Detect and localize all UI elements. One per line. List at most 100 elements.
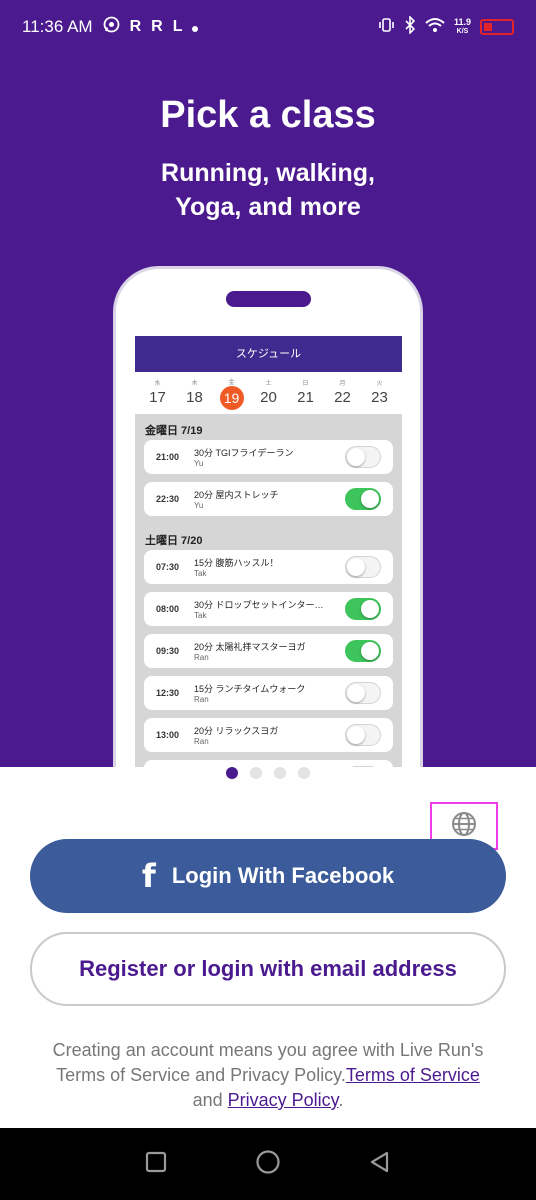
toggle-knob xyxy=(347,684,365,702)
class-info: 20分 屋内ストレッチ Yu xyxy=(194,488,345,510)
facebook-icon: f xyxy=(141,857,156,895)
hero-subtitle-line: Running, walking, xyxy=(161,159,375,187)
class-toggle[interactable] xyxy=(345,724,381,746)
date-cell[interactable]: 日 21 xyxy=(291,378,321,409)
toggle-knob xyxy=(361,642,379,660)
status-right: 11.9 K/S xyxy=(377,14,514,39)
class-row[interactable]: 09:30 20分 太陽礼拝マスターヨガ Ran xyxy=(144,634,393,668)
date-weekday: 木 xyxy=(191,380,198,387)
notification-letter: R xyxy=(129,18,142,35)
page-dot[interactable] xyxy=(226,767,238,779)
wifi-icon xyxy=(425,17,445,38)
terms-and: and xyxy=(192,1090,228,1110)
circle-icon[interactable] xyxy=(255,1149,281,1180)
class-row[interactable]: 07:30 15分 腹筋ハッスル！ Tak xyxy=(144,550,393,584)
date-weekday: 日 xyxy=(302,380,309,387)
date-strip: 水 17 木 18 金 19 土 20 日 21 月 22 火 23 xyxy=(135,372,402,414)
class-info: 15分 腹筋ハッスル！ Tak xyxy=(194,556,345,578)
class-instructor: Ran xyxy=(194,695,209,704)
class-name: 20分 屋内ストレッチ xyxy=(194,490,279,500)
toggle-knob xyxy=(361,490,379,508)
privacy-policy-link[interactable]: Privacy Policy xyxy=(228,1090,339,1110)
phone-speaker xyxy=(226,291,311,307)
class-toggle[interactable] xyxy=(345,488,381,510)
date-cell[interactable]: 土 20 xyxy=(254,378,284,409)
toggle-knob xyxy=(347,558,365,576)
class-toggle[interactable] xyxy=(345,682,381,704)
class-toggle[interactable] xyxy=(345,598,381,620)
notification-letter: L xyxy=(172,18,183,35)
class-instructor: Tak xyxy=(194,611,207,620)
class-toggle[interactable] xyxy=(345,446,381,468)
class-row[interactable]: 13:00 20分 リラックスヨガ Ran xyxy=(144,718,393,752)
net-speed-unit: K/S xyxy=(456,28,469,35)
date-cell[interactable]: 月 22 xyxy=(328,378,358,409)
register-email-button[interactable]: Register or login with email address xyxy=(30,932,506,1006)
class-time: 12:30 xyxy=(156,688,180,698)
hero-banner: Pick a class Running, walking, Yoga, and… xyxy=(0,54,536,767)
date-day-number: 19 xyxy=(219,385,244,410)
class-time: 22:30 xyxy=(156,494,180,504)
class-instructor: Tak xyxy=(194,569,207,578)
hero-subtitle: Running, walking, Yoga, and more xyxy=(0,156,536,224)
class-info: 15分 ランチタイムウォーク Ran xyxy=(194,682,345,704)
net-speed-value: 11.9 xyxy=(453,17,471,27)
terms-suffix: . xyxy=(338,1090,344,1110)
more-notifications-dot-icon xyxy=(192,17,199,37)
notification-letter: R xyxy=(151,18,163,35)
date-day-number: 22 xyxy=(334,388,351,406)
class-instructor: Yu xyxy=(194,501,204,510)
class-row[interactable]: 12:30 15分 ランチタイムウォーク Ran xyxy=(144,676,393,710)
class-name: 30分 TGIフライデーラン xyxy=(194,448,294,458)
terms-of-service-link[interactable]: Terms of Service xyxy=(346,1065,480,1085)
net-speed: 11.9 K/S xyxy=(454,18,471,36)
navigation-bar xyxy=(0,1128,536,1200)
class-name: 20分 リラックスヨガ xyxy=(194,726,279,736)
class-toggle[interactable] xyxy=(345,640,381,662)
class-info: 20分 太陽礼拝マスターヨガ Ran xyxy=(194,640,345,662)
date-day-number: 23 xyxy=(371,388,388,406)
class-time: 09:30 xyxy=(156,646,180,656)
page-dot[interactable] xyxy=(274,767,286,779)
class-row[interactable]: 21:00 30分 TGIフライデーラン Yu xyxy=(144,440,393,474)
section-heading: 土曜日 7/20 xyxy=(145,535,203,547)
class-row[interactable]: 22:30 20分 屋内ストレッチ Yu xyxy=(144,482,393,516)
class-row[interactable]: 08:00 30分 ドロップセットインターバル Tak xyxy=(144,592,393,626)
class-time: 08:00 xyxy=(156,604,180,614)
login-facebook-button[interactable]: f Login With Facebook xyxy=(30,839,506,913)
date-cell[interactable]: 水 17 xyxy=(143,378,173,409)
class-info: 20分 リラックスヨガ Ran xyxy=(194,724,345,746)
register-email-label: Register or login with email address xyxy=(79,956,457,981)
date-weekday: 火 xyxy=(376,380,383,387)
class-toggle[interactable] xyxy=(345,556,381,578)
date-cell[interactable]: 火 23 xyxy=(365,378,395,409)
bluetooth-icon xyxy=(404,14,416,39)
date-weekday: 水 xyxy=(154,380,161,387)
vibrate-icon xyxy=(377,16,395,39)
date-weekday: 金 xyxy=(228,379,235,386)
square-icon[interactable] xyxy=(144,1150,168,1179)
class-row[interactable]: 15分 ヒップトレーニング xyxy=(144,760,393,767)
page-indicator xyxy=(0,767,536,779)
date-cell[interactable]: 金 19 xyxy=(217,377,247,410)
date-day-number: 21 xyxy=(297,388,314,406)
toggle-knob xyxy=(347,448,365,466)
section-heading: 金曜日 7/19 xyxy=(145,425,203,437)
date-day-number: 17 xyxy=(149,388,166,406)
phone-screen: スケジュール 水 17 木 18 金 19 土 20 日 21 月 22 火 23 金曜日 7/19 21:… xyxy=(135,336,402,767)
status-time: 11:36 AM xyxy=(22,17,93,36)
class-instructor: Yu xyxy=(194,459,204,468)
class-name: 15分 ランチタイムウォーク xyxy=(194,684,306,694)
page-dot[interactable] xyxy=(250,767,262,779)
hero-title: Pick a class xyxy=(160,94,376,136)
battery-icon xyxy=(480,19,514,35)
hero-subtitle-line: Yoga, and more xyxy=(175,193,361,221)
date-cell[interactable]: 木 18 xyxy=(180,378,210,409)
date-weekday: 土 xyxy=(265,380,272,387)
date-day-number: 20 xyxy=(260,388,277,406)
date-weekday: 月 xyxy=(339,380,346,387)
class-instructor: Ran xyxy=(194,653,209,662)
triangle-back-icon[interactable] xyxy=(368,1150,392,1179)
page-dot[interactable] xyxy=(298,767,310,779)
toggle-knob xyxy=(347,726,365,744)
